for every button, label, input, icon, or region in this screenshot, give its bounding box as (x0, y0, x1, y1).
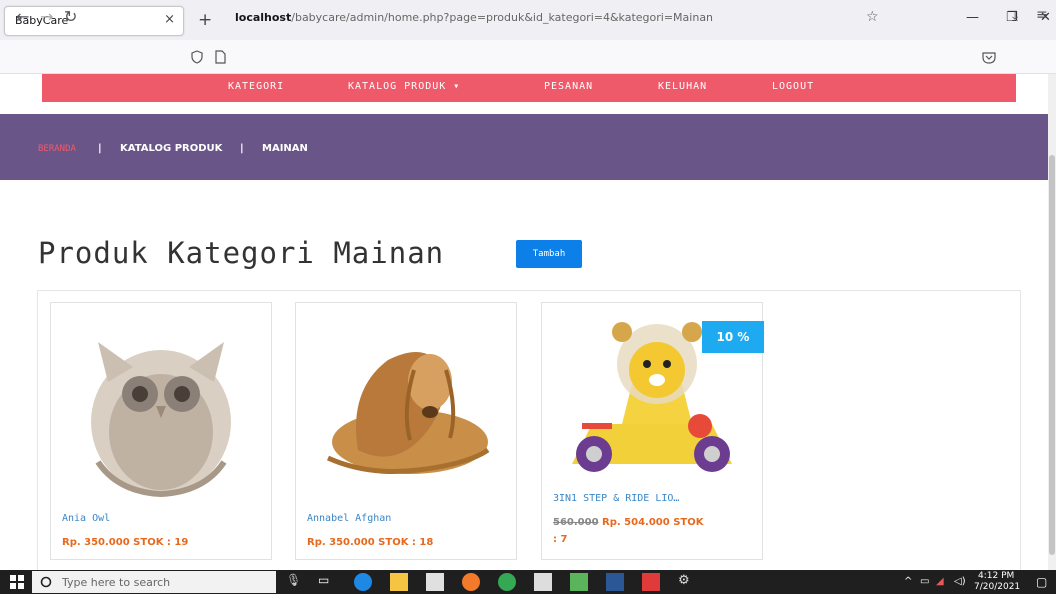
forward-icon: → (40, 7, 54, 26)
nav-logout[interactable]: LOGOUT (772, 81, 814, 92)
nav-keluhan[interactable]: KELUHAN (658, 81, 707, 92)
pocket-icon[interactable] (982, 52, 996, 64)
tray-volume-icon[interactable]: ◁) (954, 576, 966, 587)
product-price: 560.000 Rp. 504.000 STOK : 7 (553, 514, 703, 548)
edge-icon[interactable] (354, 573, 372, 591)
minimize-icon[interactable]: — (966, 10, 979, 25)
tab-close-icon[interactable]: × (164, 12, 175, 27)
product-name[interactable]: 3IN1 STEP & RIDE LIO… (553, 493, 679, 504)
notification-icon[interactable]: ▢ (1036, 575, 1047, 589)
search-icon (40, 576, 52, 588)
word-icon[interactable] (606, 573, 624, 591)
breadcrumb-home[interactable]: BERANDA (38, 144, 76, 154)
page-icon (215, 50, 226, 64)
browser-navbar (0, 40, 1056, 74)
store-icon[interactable] (534, 573, 552, 591)
microphone-icon[interactable]: 🎙 (286, 573, 304, 591)
url-bar[interactable]: localhost/babycare/admin/home.php?page=p… (235, 11, 713, 24)
download-icon[interactable]: ⤓ (1012, 8, 1018, 24)
old-price: 560.000 (553, 517, 599, 528)
tray-network-icon[interactable]: ◢ (936, 576, 944, 587)
discount-badge: 10 % (702, 321, 764, 353)
stock-count: : 7 (553, 534, 568, 545)
nav-katalog-produk[interactable]: KATALOG PRODUK ▾ (348, 81, 460, 92)
firefox-icon[interactable] (462, 573, 480, 591)
product-name[interactable]: Annabel Afghan (307, 513, 391, 524)
mail-icon[interactable] (426, 573, 444, 591)
menu-icon[interactable]: ≡ (1036, 7, 1048, 23)
site-top-nav (42, 74, 1016, 102)
breadcrumb-separator: | (98, 143, 102, 154)
file-explorer-icon[interactable] (390, 573, 408, 591)
bookmark-star-icon[interactable]: ☆ (866, 9, 879, 25)
new-price: Rp. 504.000 STOK (602, 517, 704, 528)
nav-pesanan[interactable]: PESANAN (544, 81, 593, 92)
reload-icon[interactable]: ↻ (64, 7, 77, 26)
breadcrumb-separator: | (240, 143, 244, 154)
scrollbar-thumb[interactable] (1049, 155, 1055, 555)
page-title: Produk Kategori Mainan (38, 236, 445, 270)
task-view-icon[interactable]: ▭ (318, 573, 336, 591)
tray-battery-icon[interactable]: ▭ (920, 576, 929, 587)
nav-kategori[interactable]: KATEGORI (228, 81, 284, 92)
app-red-icon[interactable] (642, 573, 660, 591)
breadcrumb-catalog[interactable]: KATALOG PRODUK (120, 143, 222, 154)
windows-start-icon[interactable] (10, 575, 24, 589)
browser-tab[interactable]: BabyCare × (4, 6, 184, 36)
product-name[interactable]: Ania Owl (62, 513, 110, 524)
url-path: /babycare/admin/home.php?page=produk&id_… (291, 11, 714, 24)
app-icon[interactable] (570, 573, 588, 591)
url-host: localhost (235, 11, 292, 24)
product-image-owl[interactable] (78, 322, 244, 498)
add-product-button[interactable]: Tambah (516, 240, 582, 268)
tray-chevron-icon[interactable]: ^ (904, 576, 912, 587)
new-tab-icon[interactable]: + (198, 10, 212, 30)
back-icon[interactable]: ← (16, 7, 29, 26)
clock-date[interactable]: 7/20/2021 (974, 582, 1020, 592)
shield-icon[interactable] (190, 50, 204, 64)
search-placeholder: Type here to search (62, 576, 171, 589)
breadcrumb-category: MAINAN (262, 143, 308, 154)
product-price: Rp. 350.000 STOK : 19 (62, 537, 189, 548)
settings-gear-icon[interactable]: ⚙ (678, 573, 696, 591)
chrome-icon[interactable] (498, 573, 516, 591)
clock-time[interactable]: 4:12 PM (978, 571, 1014, 581)
product-price: Rp. 350.000 STOK : 18 (307, 537, 434, 548)
product-image-dog[interactable] (318, 330, 494, 480)
